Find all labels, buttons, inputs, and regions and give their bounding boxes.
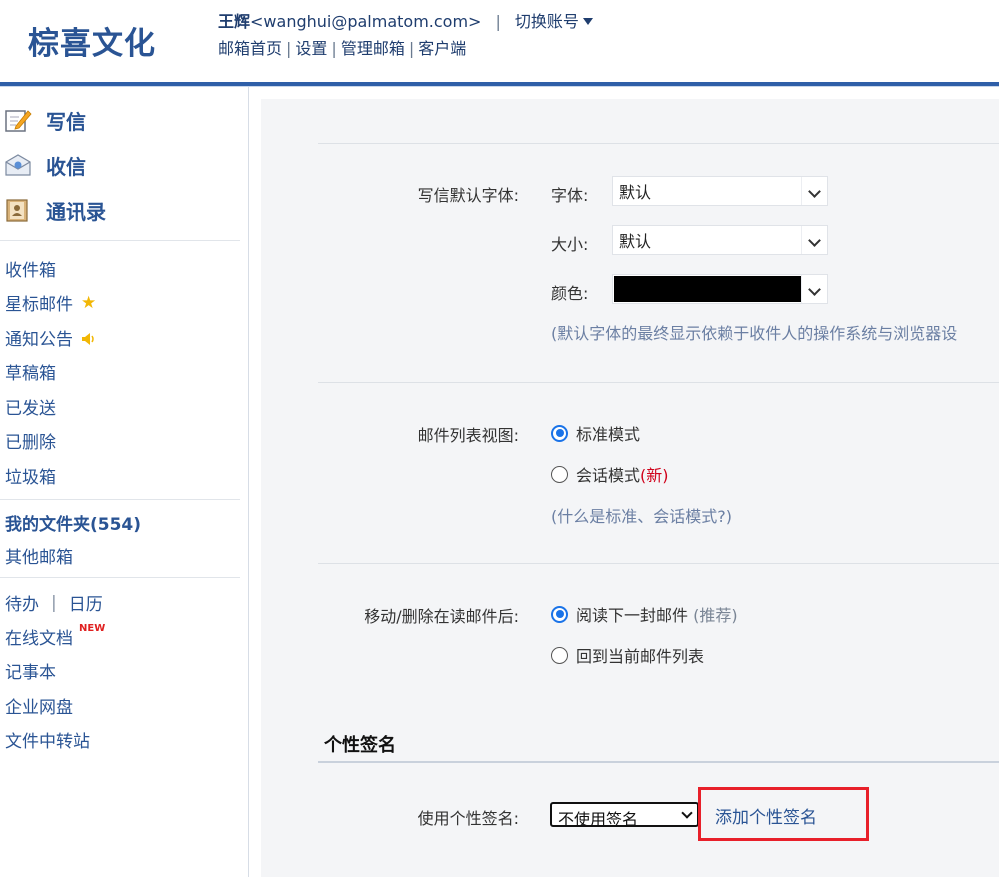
row-divider: [318, 563, 999, 564]
switch-account-button[interactable]: 切换账号: [515, 12, 593, 31]
sidebar-item-label: 通知公告: [5, 330, 73, 350]
mode-help-link[interactable]: (什么是标准、会话模式?): [551, 503, 732, 527]
sidebar-item-notice[interactable]: 通知公告: [5, 325, 97, 350]
user-info: 王辉<wanghui@palmatom.com> | 切换账号: [218, 8, 593, 32]
sidebar-item-drafts[interactable]: 草稿箱: [5, 359, 56, 384]
contacts-label: 通讯录: [46, 199, 106, 224]
row-divider: [318, 382, 999, 383]
compose-button[interactable]: 写信: [4, 105, 86, 135]
conversation-mode-label: 会话模式: [576, 466, 641, 485]
contacts-icon: [4, 197, 32, 223]
separator: |: [331, 39, 337, 58]
signature-section-title: 个性签名: [324, 735, 396, 756]
user-name: 王辉: [218, 12, 251, 31]
font-hint: (默认字体的最终显示依赖于收件人的操作系统与浏览器设: [551, 324, 958, 343]
recommended-tag: (推荐): [693, 606, 738, 625]
receive-button[interactable]: 收信: [4, 150, 86, 180]
separator: |: [408, 39, 415, 58]
signature-select-value: 不使用签名: [558, 810, 639, 829]
radio-back-to-list[interactable]: 回到当前邮件列表: [551, 643, 704, 667]
color-swatch: [614, 276, 802, 302]
radio-standard-mode[interactable]: 标准模式: [551, 421, 640, 445]
sidebar-item-other-mail[interactable]: 其他邮箱: [5, 543, 73, 568]
header: 棕喜文化 王辉<wanghui@palmatom.com> | 切换账号 邮箱首页 |…: [0, 0, 999, 82]
sidebar-item-deleted[interactable]: 已删除: [5, 428, 56, 453]
sidebar-todo-calendar: 待办 | 日历: [5, 590, 103, 616]
inbox-receive-icon: [4, 152, 32, 178]
logo: 棕喜文化: [28, 26, 156, 62]
font-color-select[interactable]: [612, 274, 828, 304]
chevron-down-icon: [801, 177, 827, 205]
sidebar-item-label: 星标邮件: [5, 295, 73, 315]
compose-label: 写信: [46, 109, 86, 134]
sidebar-item-starred[interactable]: 星标邮件 ★: [5, 290, 97, 316]
sidebar-divider: [0, 240, 240, 241]
chevron-down-icon: [681, 807, 693, 819]
radio-unselected-icon: [551, 465, 568, 483]
sidebar: 写信 收信 通讯录 收件箱 星标邮件 ★ 通知公告 草稿箱 已发送 已删除 垃圾…: [0, 87, 249, 877]
separator: |: [286, 39, 292, 58]
read-next-label: 阅读下一封邮件: [576, 606, 689, 625]
new-tag: (新): [640, 466, 669, 485]
caret-down-icon: [582, 18, 593, 25]
sidebar-item-inbox[interactable]: 收件箱: [5, 256, 56, 281]
chevron-down-icon: [801, 275, 827, 303]
sidebar-item-label: 在线文档: [5, 629, 73, 649]
compose-icon: [4, 107, 32, 133]
radio-read-next[interactable]: 阅读下一封邮件 (推荐): [551, 602, 738, 626]
manage-mailbox-link[interactable]: 管理邮箱: [341, 39, 405, 58]
star-icon: ★: [81, 292, 97, 313]
list-view-label: 邮件列表视图:: [417, 426, 519, 445]
use-signature-label: 使用个性签名:: [417, 809, 519, 828]
highlight-box: [698, 787, 869, 841]
top-links: 邮箱首页 | 设置 | 管理邮箱 | 客户端: [218, 35, 466, 59]
cutoff-text: [541, 99, 681, 105]
font-family-value: 默认: [619, 183, 652, 202]
sidebar-item-sent[interactable]: 已发送: [5, 394, 56, 419]
default-font-label: 写信默认字体:: [417, 186, 519, 205]
back-to-list-label: 回到当前邮件列表: [576, 647, 705, 666]
sidebar-item-todo[interactable]: 待办: [5, 590, 39, 615]
radio-selected-icon: [551, 605, 568, 623]
speaker-icon: [81, 331, 97, 345]
font-size-select[interactable]: 默认: [612, 225, 828, 255]
radio-selected-icon: [551, 424, 568, 442]
contacts-button[interactable]: 通讯录: [4, 195, 106, 225]
sidebar-divider: [0, 499, 240, 500]
client-link[interactable]: 客户端: [418, 39, 466, 58]
sidebar-item-my-folders[interactable]: 我的文件夹(554): [5, 510, 141, 535]
sidebar-item-notes[interactable]: 记事本: [5, 658, 56, 683]
font-family-label: 字体:: [551, 186, 589, 205]
sidebar-item-online-docs[interactable]: 在线文档 NEW: [5, 623, 106, 649]
settings-link[interactable]: 设置: [295, 39, 327, 58]
after-move-label: 移动/删除在读邮件后:: [364, 607, 519, 626]
mail-settings-page: 棕喜文化 王辉<wanghui@palmatom.com> | 切换账号 邮箱首页 |…: [0, 0, 999, 877]
sidebar-item-netdisk[interactable]: 企业网盘: [5, 693, 73, 718]
font-family-select[interactable]: 默认: [612, 176, 828, 206]
separator: |: [51, 592, 57, 613]
user-email: <wanghui@palmatom.com>: [250, 12, 482, 31]
font-color-label: 颜色:: [551, 284, 589, 303]
sidebar-divider: [0, 577, 240, 578]
row-divider: [318, 143, 999, 144]
radio-conversation-mode[interactable]: 会话模式 (新): [551, 462, 669, 486]
mailbox-home-link[interactable]: 邮箱首页: [218, 39, 282, 58]
section-divider: [318, 761, 999, 763]
sidebar-item-transfer[interactable]: 文件中转站: [5, 727, 90, 752]
chevron-down-icon: [801, 226, 827, 254]
font-size-value: 默认: [619, 232, 652, 251]
new-badge: NEW: [79, 623, 106, 634]
sidebar-item-spam[interactable]: 垃圾箱: [5, 463, 56, 488]
standard-mode-label: 标准模式: [576, 425, 641, 444]
font-size-label: 大小:: [551, 235, 589, 254]
sidebar-item-calendar[interactable]: 日历: [69, 590, 103, 615]
signature-select[interactable]: 不使用签名: [550, 802, 699, 829]
separator: |: [495, 12, 501, 31]
receive-label: 收信: [46, 154, 86, 179]
settings-panel: 写信默认字体: 字体: 默认 大小: 默认 颜色: (默认字体的最终显示依赖于收…: [261, 99, 999, 877]
radio-unselected-icon: [551, 646, 568, 664]
switch-account-label: 切换账号: [514, 12, 579, 31]
